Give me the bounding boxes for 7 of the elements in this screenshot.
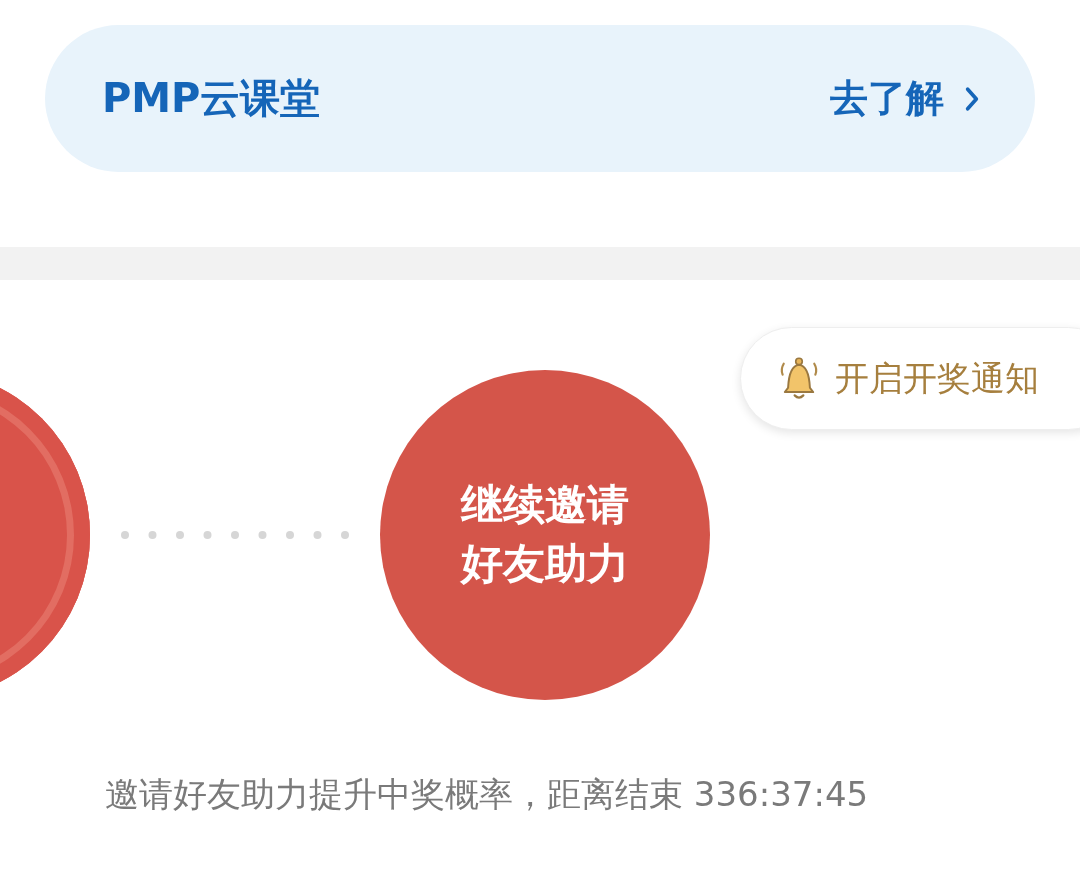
countdown-text: 邀请好友助力提升中奖概率，距离结束 336:37:45 bbox=[105, 773, 870, 816]
invite-friends-button[interactable]: 继续邀请好友助力 bbox=[380, 370, 710, 700]
course-banner[interactable]: PMP云课堂 去了解 bbox=[45, 25, 1035, 172]
notification-button[interactable]: 开启开奖通知 bbox=[740, 327, 1080, 430]
learn-more-link[interactable]: 去了解 bbox=[830, 73, 980, 124]
banner-title: PMP云课堂 bbox=[102, 74, 321, 123]
chevron-right-icon bbox=[964, 85, 980, 112]
